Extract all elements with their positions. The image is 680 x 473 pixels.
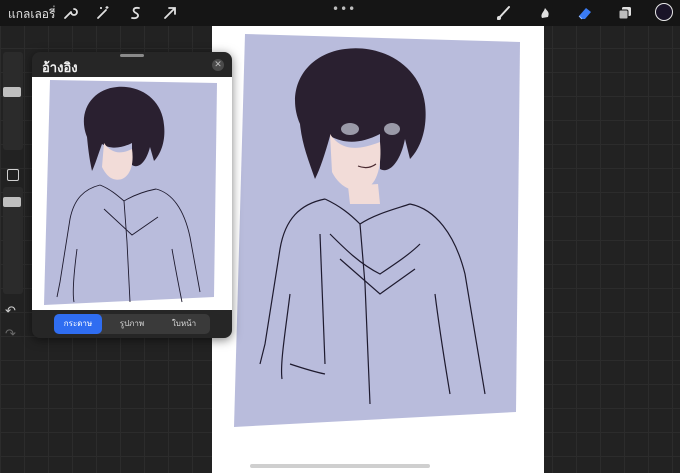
home-indicator[interactable] — [250, 464, 430, 468]
reference-title: อ้างอิง — [42, 61, 78, 76]
undo-button[interactable]: ↶ — [5, 304, 16, 319]
smudge-icon[interactable] — [535, 3, 555, 23]
close-icon[interactable]: ✕ — [212, 59, 224, 71]
opacity-thumb[interactable] — [3, 197, 21, 207]
more-options-icon[interactable]: ••• — [332, 2, 356, 16]
tab-image[interactable]: รูปภาพ — [108, 314, 156, 334]
tab-canvas[interactable]: กระดาษ — [54, 314, 102, 334]
redo-button[interactable]: ↷ — [5, 327, 16, 342]
brush-size-thumb[interactable] — [3, 87, 21, 97]
top-toolbar: แกลเลอรี่ ••• — [0, 0, 680, 26]
color-picker-swatch[interactable] — [655, 3, 673, 21]
reference-mode-tabs: กระดาษ รูปภาพ ใบหน้า — [54, 314, 210, 334]
transform-arrow-icon[interactable] — [160, 3, 180, 23]
panel-drag-handle[interactable] — [120, 54, 144, 57]
left-sidebar: ↶ ↷ — [0, 52, 23, 352]
reference-panel[interactable]: อ้างอิง ✕ กระดาษ รูปภาพ ใบหน้า — [32, 52, 232, 338]
gallery-button[interactable]: แกลเลอรี่ — [8, 5, 55, 24]
brush-size-slider[interactable] — [3, 52, 23, 150]
brush-icon[interactable] — [494, 3, 514, 23]
magic-wand-icon[interactable] — [93, 3, 113, 23]
wrench-icon[interactable] — [60, 3, 80, 23]
selection-icon[interactable] — [126, 3, 146, 23]
layers-icon[interactable] — [615, 3, 635, 23]
reference-image — [32, 77, 232, 310]
modify-button[interactable] — [7, 169, 19, 181]
artwork-main — [234, 34, 520, 427]
eraser-icon[interactable] — [575, 3, 595, 23]
tab-face[interactable]: ใบหน้า — [160, 314, 208, 334]
